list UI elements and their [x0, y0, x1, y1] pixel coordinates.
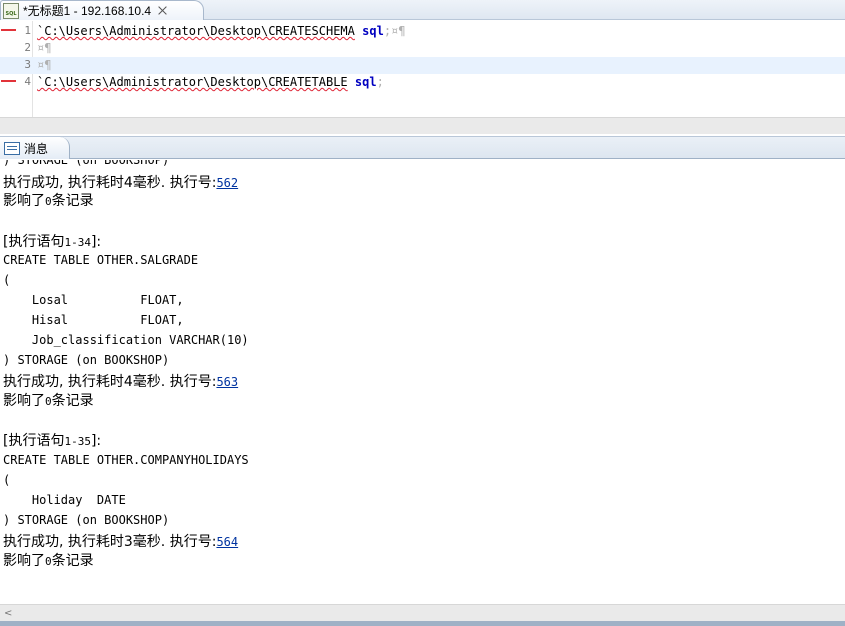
sql-text-line: Losal FLOAT,	[3, 293, 184, 307]
statement-header: [执行语句1-35]:	[3, 433, 102, 449]
affected-rows-line: 影响了0条记录	[3, 553, 94, 569]
sql-text-line: (	[3, 273, 11, 287]
sql-text-line: CREATE TABLE OTHER.COMPANYHOLIDAYS	[3, 453, 249, 467]
editor-tab-title: *无标题1 - 192.168.10.4	[23, 4, 152, 18]
exec-number-link[interactable]: 564	[216, 535, 238, 549]
line-number: 2	[24, 41, 31, 54]
sql-file-icon: SQL	[3, 2, 19, 19]
messages-tab-label: 消息	[24, 141, 49, 156]
messages-view-tab-bar: 消息	[0, 136, 845, 159]
script-path: `C:\Users\Administrator\Desktop\CREATETA…	[37, 75, 348, 89]
panel-bottom-border	[0, 621, 845, 626]
success-line: 执行成功, 执行耗时4毫秒. 执行号:562	[3, 175, 239, 191]
line-end-marks: ;	[376, 75, 384, 89]
sql-text-line: (	[3, 473, 11, 487]
editor-line[interactable]: 2 ¤¶	[0, 40, 845, 57]
tab-messages[interactable]: 消息	[0, 137, 70, 159]
editor-horizontal-scrollbar[interactable]	[0, 117, 845, 134]
messages-horizontal-scrollbar[interactable]: <	[0, 604, 845, 621]
line-number: 3	[24, 58, 31, 71]
line-number: 4	[24, 75, 31, 88]
sql-extension: sql	[354, 75, 377, 89]
sql-text-line: Job_classification VARCHAR(10)	[3, 333, 249, 347]
close-icon[interactable]	[157, 5, 168, 16]
editor-tab-bar: SQL *无标题1 - 192.168.10.4	[0, 0, 845, 20]
success-line: 执行成功, 执行耗时4毫秒. 执行号:563	[3, 374, 239, 390]
scroll-left-icon[interactable]: <	[4, 608, 12, 619]
editor-tab[interactable]: SQL *无标题1 - 192.168.10.4	[0, 0, 204, 20]
exec-number-link[interactable]: 563	[216, 375, 238, 389]
line-end-marks: ¤¶	[37, 58, 52, 72]
affected-rows-line: 影响了0条记录	[3, 193, 94, 209]
statement-header: [执行语句1-34]:	[3, 234, 102, 250]
affected-rows-line: 影响了0条记录	[3, 393, 94, 409]
script-path: `C:\Users\Administrator\Desktop\CREATESC…	[37, 24, 355, 38]
message-icon	[4, 141, 20, 155]
line-end-marks: ¤¶	[37, 41, 52, 55]
line-end-marks: ;¤¶	[383, 24, 406, 38]
sql-text-line: Hisal FLOAT,	[3, 313, 184, 327]
sql-extension: sql	[362, 24, 384, 38]
editor-line[interactable]: 4 `C:\Users\Administrator\Desktop\CREATE…	[0, 74, 845, 91]
sql-text-line: CREATE TABLE OTHER.SALGRADE	[3, 253, 199, 267]
sql-text-line: ) STORAGE (on BOOKSHOP)	[3, 353, 170, 367]
sql-text-line: Holiday DATE	[3, 493, 126, 507]
success-line: 执行成功, 执行耗时3毫秒. 执行号:564	[3, 534, 239, 550]
line-number: 1	[24, 24, 31, 37]
sql-editor[interactable]: 1 `C:\Users\Administrator\Desktop\CREATE…	[0, 21, 845, 117]
exec-number-link[interactable]: 562	[216, 176, 238, 190]
messages-output[interactable]: ) STORAGE (on BOOKSHOP) 执行成功, 执行耗时4毫秒. 执…	[0, 160, 845, 604]
editor-line-current[interactable]: 3 ¤¶	[0, 57, 845, 74]
sql-text-line: ) STORAGE (on BOOKSHOP)	[3, 513, 170, 527]
editor-line[interactable]: 1 `C:\Users\Administrator\Desktop\CREATE…	[0, 23, 845, 40]
